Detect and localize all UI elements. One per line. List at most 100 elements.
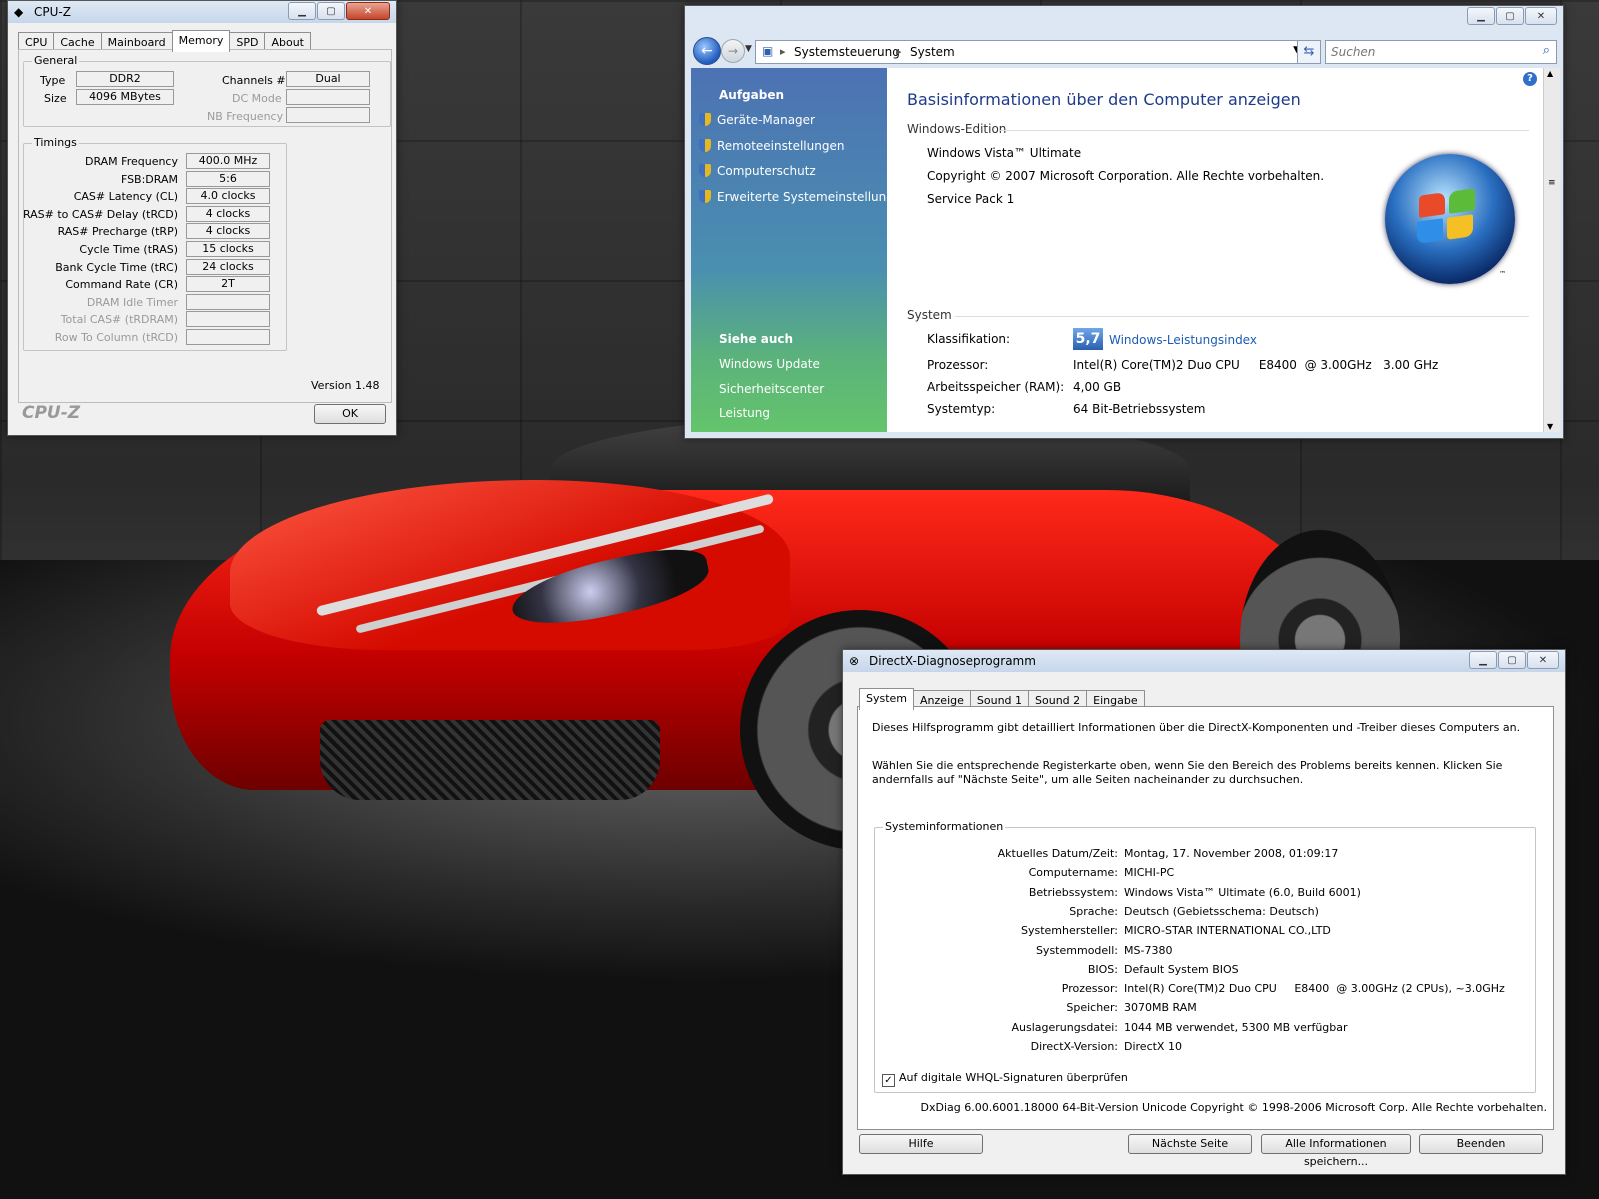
minimize-button[interactable]: ▁ [1467, 7, 1495, 25]
sysinfo-label: Systemhersteller: [1020, 924, 1118, 938]
performance-index-link[interactable]: Windows-Leistungsindex [1109, 333, 1257, 347]
timing-label: DRAM Idle Timer [86, 295, 178, 309]
timing-label: Command Rate (CR) [65, 278, 178, 292]
refresh-button[interactable]: ⇆ [1297, 40, 1321, 64]
minimize-button[interactable]: ▁ [1469, 651, 1497, 669]
channels-label: Channels # [222, 74, 286, 87]
sysinfo-label: Auslagerungsdatei: [1011, 1020, 1118, 1034]
windows-logo-flag-red [1419, 192, 1445, 218]
timing-label: FSB:DRAM [120, 172, 178, 186]
back-button[interactable]: ← [693, 37, 721, 65]
maximize-button[interactable]: ▢ [317, 2, 345, 20]
intro-text: Dieses Hilfsprogramm gibt detailliert In… [872, 721, 1521, 734]
help-icon[interactable]: ? [1523, 72, 1537, 86]
sysinfo-value: Deutsch (Gebietsschema: Deutsch) [1124, 904, 1319, 918]
history-dropdown-icon[interactable]: ▼ [745, 44, 752, 54]
timing-label: CAS# Latency (CL) [73, 190, 178, 204]
size-label: Size [44, 92, 67, 105]
sysinfo-value: MICHI-PC [1124, 866, 1175, 880]
ok-button[interactable]: OK [314, 404, 386, 424]
scroll-grip-icon[interactable]: ≡ [1548, 178, 1556, 188]
sysinfo-value: Intel(R) Core(TM)2 Duo CPU E8400 @ 3.00G… [1124, 982, 1505, 996]
timing-value: 4.0 clocks [186, 188, 270, 205]
timing-label: Cycle Time (tRAS) [79, 243, 178, 256]
dxdiag-titlebar[interactable]: ⊗ DirectX-Diagnoseprogramm ▁ ▢ ✕ [843, 650, 1565, 672]
forward-button[interactable]: → [721, 39, 745, 63]
search-icon[interactable]: ⌕ [1543, 43, 1550, 58]
save-all-info-button[interactable]: Alle Informationen speichern... [1261, 1134, 1411, 1168]
tab-system[interactable]: System [859, 688, 915, 710]
section-divider [955, 316, 1529, 317]
scroll-up-icon[interactable]: ▲ [1547, 69, 1553, 78]
car-grill [320, 720, 660, 800]
performance-score-badge[interactable]: 5,7 [1073, 328, 1103, 350]
search-box[interactable]: Suchen ⌕ [1325, 40, 1557, 64]
close-button[interactable]: ✕ [346, 2, 390, 20]
breadcrumb-item-system[interactable]: System [910, 45, 955, 59]
checkbox-checkmark-icon[interactable]: ✓ [882, 1074, 895, 1087]
tab-memory[interactable]: Memory [171, 30, 231, 52]
timing-value [186, 329, 270, 345]
nbfreq-label: NB Frequency [207, 110, 284, 123]
timing-label: Bank Cycle Time (tRC) [55, 260, 178, 274]
task-computerschutz[interactable]: Computerschutz [699, 164, 816, 178]
whql-label: Auf digitale WHQL-Signaturen überprüfen [899, 1071, 1128, 1084]
uac-shield-icon [699, 139, 711, 152]
system-row-value: Intel(R) Core(TM)2 Duo CPU E8400 @ 3.00G… [1073, 358, 1439, 372]
cpuz-titlebar[interactable]: ◆ CPU-Z ▁ ▢ ✕ [8, 1, 396, 23]
sysinfo-label: Prozessor: [1061, 982, 1118, 996]
see-also-leistung[interactable]: Leistung [719, 406, 770, 420]
maximize-button[interactable]: ▢ [1496, 7, 1524, 25]
sysinfo-label: Betriebssystem: [1028, 885, 1118, 899]
rating-label: Klassifikation: [927, 332, 1011, 346]
see-also-sicherheitscenter[interactable]: Sicherheitscenter [719, 382, 824, 396]
timing-value: 4 clocks [186, 205, 270, 222]
search-input[interactable]: Suchen [1331, 45, 1375, 59]
uac-shield-icon [699, 113, 711, 126]
task-remoteeinstellungen[interactable]: Remoteeinstellungen [699, 139, 844, 153]
sysinfo-label: Sprache: [1069, 904, 1118, 918]
sysinfo-value: 1044 MB verwendet, 5300 MB verfügbar [1124, 1020, 1348, 1034]
close-button[interactable]: ✕ [1527, 651, 1559, 669]
help-button[interactable]: Hilfe [859, 1134, 983, 1154]
windows-logo [1385, 154, 1515, 284]
timing-value: 24 clocks [186, 258, 270, 275]
uac-shield-icon [699, 190, 711, 203]
vertical-scrollbar[interactable]: ▲ ≡ ▼ [1543, 68, 1560, 432]
timing-value [186, 311, 270, 328]
breadcrumb-item-systemsteuerung[interactable]: Systemsteuerung [794, 45, 900, 59]
task-erweiterte-systemeinstellungen[interactable]: Erweiterte Systemeinstellungen [699, 190, 909, 204]
dxdiag-window: ⊗ DirectX-Diagnoseprogramm ▁ ▢ ✕ System … [842, 649, 1566, 1175]
dxdiag-app-icon: ⊗ [849, 654, 860, 668]
timing-value: 5:6 [186, 170, 270, 187]
channels-value: Dual [286, 71, 370, 87]
address-bar[interactable]: ▣ ▸ Systemsteuerung ▸ System ▼ [755, 40, 1307, 64]
system-row-label: Arbeitsspeicher (RAM): [927, 380, 1065, 394]
task-geraete-manager[interactable]: Geräte-Manager [699, 113, 815, 127]
scroll-down-icon[interactable]: ▼ [1547, 422, 1553, 431]
windows-logo-flag-green [1449, 188, 1475, 214]
sysinfo-value: 3070MB RAM [1124, 1001, 1197, 1015]
system-row-value: 4,00 GB [1073, 380, 1122, 394]
next-page-button[interactable]: Nächste Seite [1128, 1134, 1252, 1154]
system-heading: System [907, 308, 952, 322]
timing-label: RAS# to CAS# Delay (tRCD) [22, 207, 178, 221]
tasks-heading: Aufgaben [719, 88, 785, 102]
maximize-button[interactable]: ▢ [1498, 651, 1526, 669]
minimize-button[interactable]: ▁ [288, 2, 316, 20]
sysinfo-label: DirectX-Version: [1030, 1040, 1118, 1053]
whql-checkbox[interactable]: ✓ Auf digitale WHQL-Signaturen überprüfen [882, 1071, 1128, 1087]
close-button[interactable]: ✕ [1525, 7, 1557, 25]
dcmode-value [286, 89, 370, 105]
sysinfo-value: Windows Vista™ Ultimate (6.0, Build 6001… [1124, 885, 1361, 899]
timing-value: 4 clocks [186, 223, 270, 240]
sysinfo-value: MS-7380 [1124, 943, 1173, 957]
edition-name: Windows Vista™ Ultimate [927, 146, 1082, 160]
timings-legend: Timings [32, 136, 79, 149]
section-divider [999, 130, 1529, 131]
exit-button[interactable]: Beenden [1419, 1134, 1543, 1154]
cpuz-app-icon: ◆ [14, 5, 24, 19]
edition-copyright: Copyright © 2007 Microsoft Corporation. … [927, 169, 1325, 183]
windows-logo-flag-yellow [1447, 214, 1473, 240]
see-also-windows-update[interactable]: Windows Update [719, 357, 820, 371]
